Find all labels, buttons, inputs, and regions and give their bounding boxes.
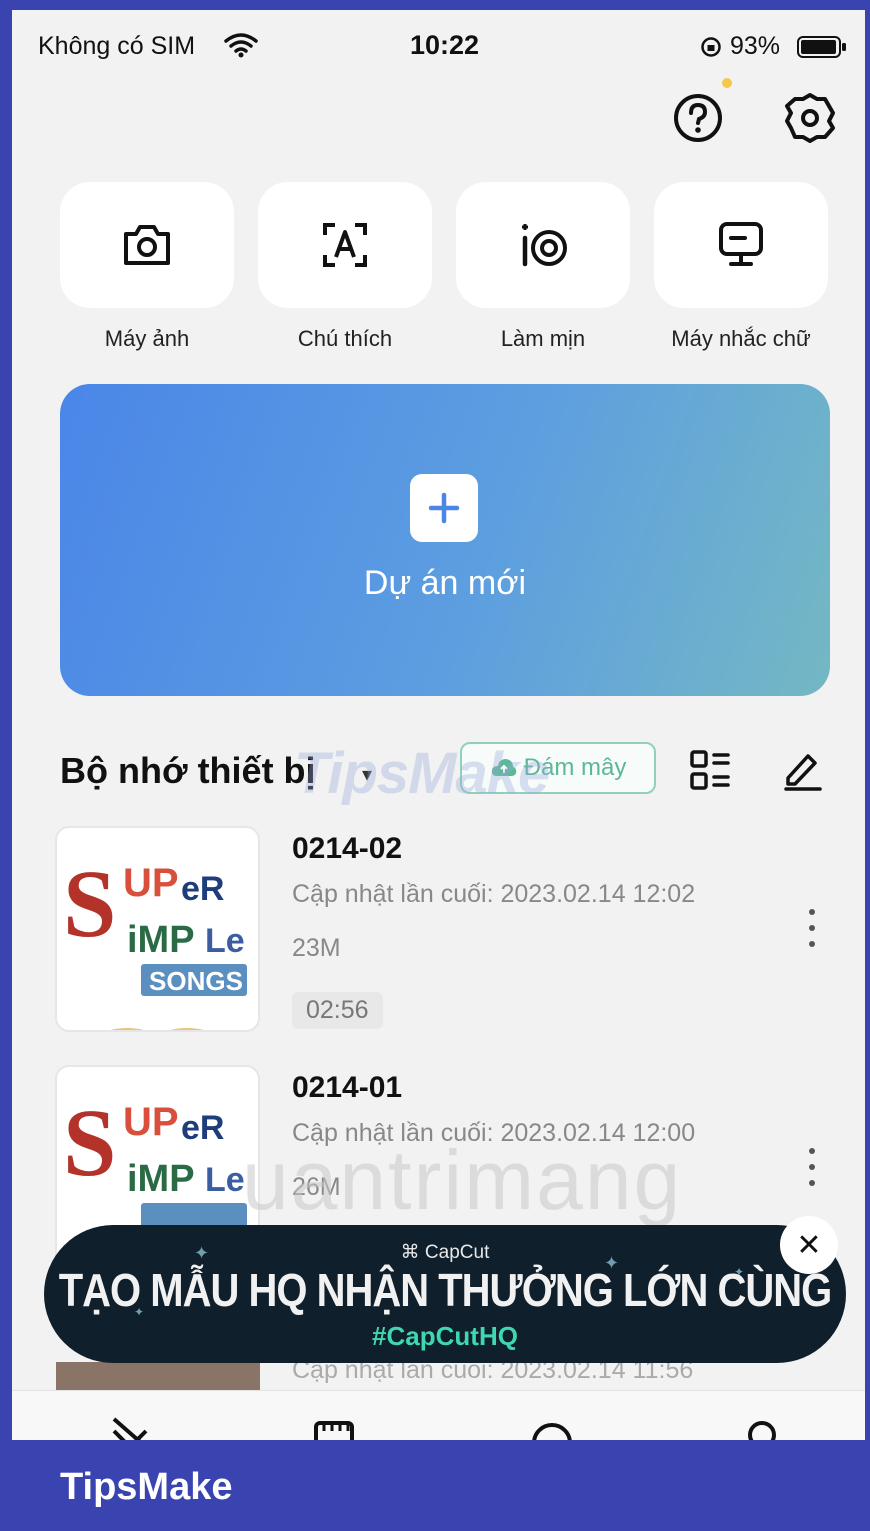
status-bar: Không có SIM 10:22 93% xyxy=(12,10,865,80)
project-name: 0214-01 xyxy=(292,1071,403,1104)
svg-text:UP: UP xyxy=(123,1100,179,1144)
project-duration: 02:56 xyxy=(292,992,383,1029)
notification-dot xyxy=(722,78,732,88)
promo-banner[interactable]: ✦ ✦ ✦ ✦ ⌘ CapCut TẠO MẪU HQ NHẬN THƯỞNG … xyxy=(44,1225,846,1363)
edit-tab-icon[interactable] xyxy=(108,1413,152,1440)
battery-percent: 93% xyxy=(730,32,781,60)
project-updated: Cập nhật lần cuối: 2023.02.14 12:02 xyxy=(292,880,696,908)
frame: Không có SIM 10:22 93% Máy ảnh Chú thích… xyxy=(0,0,870,1531)
tool-camera[interactable] xyxy=(60,182,234,308)
project-item[interactable]: S UP eR iMP Le SONGS 0214-02 Cập nhật lầ… xyxy=(52,826,842,1034)
svg-text:Le: Le xyxy=(205,922,245,960)
tool-retouch[interactable] xyxy=(456,182,630,308)
bottom-nav xyxy=(12,1390,865,1440)
more-vertical-icon[interactable] xyxy=(800,1145,824,1189)
tool-label-retouch: Làm mịn xyxy=(500,326,586,351)
capcut-logo: ⌘ CapCut xyxy=(400,1242,490,1263)
settings-button[interactable] xyxy=(780,88,840,148)
project-name: 0214-02 xyxy=(292,832,403,865)
project-thumbnail-peek xyxy=(56,1362,260,1390)
battery-icon xyxy=(797,36,846,58)
project-size: 23M xyxy=(292,934,341,962)
wifi-icon xyxy=(224,33,258,58)
new-project-label: Dự án mới xyxy=(363,564,527,602)
banner-hashtag: #CapCutHQ xyxy=(372,1321,518,1351)
edit-icon[interactable] xyxy=(780,748,824,792)
svg-text:eR: eR xyxy=(181,870,224,908)
question-circle-icon xyxy=(674,94,722,142)
close-icon[interactable]: ✕ xyxy=(780,1216,838,1274)
footer-brand: TipsMake xyxy=(60,1466,233,1508)
teleprompter-icon xyxy=(719,222,763,266)
tool-label-teleprompter: Máy nhắc chữ xyxy=(671,326,811,351)
caption-icon xyxy=(323,223,367,267)
carrier-label: Không có SIM xyxy=(38,32,196,60)
templates-tab-icon[interactable] xyxy=(312,1413,356,1440)
gear-icon xyxy=(785,93,835,143)
svg-text:eR: eR xyxy=(181,1109,224,1147)
tool-label-caption: Chú thích xyxy=(297,326,393,351)
svg-text:S: S xyxy=(63,850,116,957)
tool-teleprompter[interactable] xyxy=(654,182,828,308)
capcut-logo-text: CapCut xyxy=(424,1242,490,1263)
svg-text:Le: Le xyxy=(205,1161,245,1199)
device-storage-title[interactable]: Bộ nhớ thiết bị xyxy=(60,750,316,792)
svg-text:iMP: iMP xyxy=(127,919,195,961)
watermark-quantrimang: uantrimang xyxy=(242,1133,683,1227)
svg-text:S: S xyxy=(63,1089,116,1196)
svg-text:iMP: iMP xyxy=(127,1158,195,1200)
tool-label-camera: Máy ảnh xyxy=(104,326,190,351)
list-view-icon[interactable] xyxy=(688,748,732,792)
svg-text:SONGS: SONGS xyxy=(149,966,243,996)
camera-icon xyxy=(124,225,170,265)
profile-tab-icon[interactable] xyxy=(740,1413,784,1440)
orientation-lock-icon xyxy=(701,37,721,57)
project-thumbnail: S UP eR iMP Le SONGS xyxy=(55,826,260,1032)
tool-caption[interactable] xyxy=(258,182,432,308)
banner-title: TẠO MẪU HQ NHẬN THƯỞNG LỚN CÙNG xyxy=(58,1265,833,1317)
help-button[interactable] xyxy=(668,88,728,148)
phone-screen: Không có SIM 10:22 93% Máy ảnh Chú thích… xyxy=(12,10,865,1440)
watermark-tipsmake: TipsMake xyxy=(294,741,550,806)
inbox-tab-icon[interactable] xyxy=(530,1413,574,1440)
new-project-button[interactable]: Dự án mới xyxy=(60,384,830,696)
thumbnail-logo: S UP eR iMP Le SONGS xyxy=(63,850,247,1030)
svg-text:UP: UP xyxy=(123,861,179,905)
clock: 10:22 xyxy=(410,30,480,60)
retouch-icon xyxy=(522,224,567,267)
more-vertical-icon[interactable] xyxy=(800,906,824,950)
plus-icon xyxy=(410,474,478,542)
